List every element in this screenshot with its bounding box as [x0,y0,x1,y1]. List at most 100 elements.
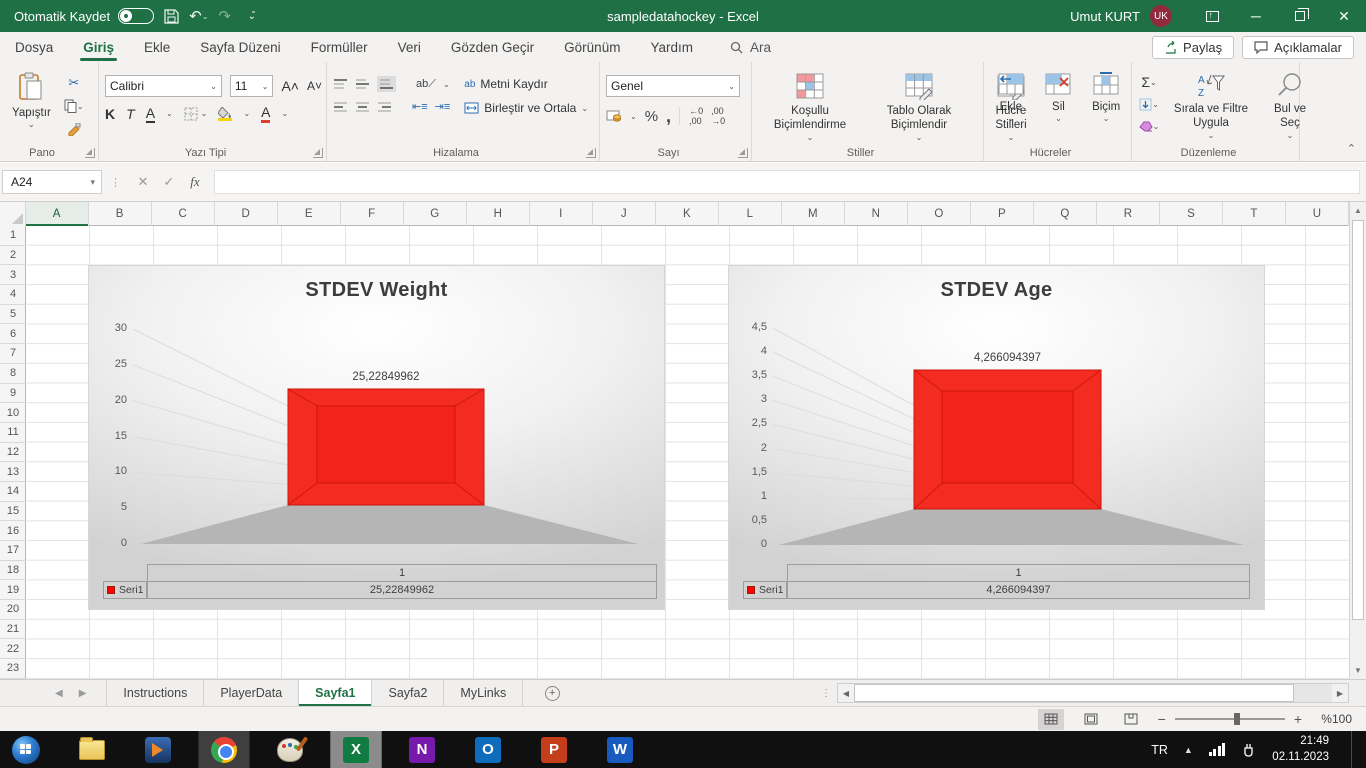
name-box-dropdown-icon[interactable]: ▾ [90,177,101,188]
autosave-toggle[interactable] [118,8,154,24]
new-sheet-button[interactable]: + [537,680,567,706]
row-header-12[interactable]: 12 [0,443,26,463]
row-header-23[interactable]: 23 [0,659,26,679]
zoom-out-icon[interactable]: − [1158,711,1166,727]
shrink-font-icon[interactable]: A˅ [307,79,322,93]
column-header-N[interactable]: N [845,202,908,226]
row-header-4[interactable]: 4 [0,285,26,305]
column-header-T[interactable]: T [1223,202,1286,226]
column-header-A[interactable]: A [26,202,89,226]
accounting-format-icon[interactable] [606,110,622,123]
column-header-I[interactable]: I [530,202,593,226]
decrease-indent-icon[interactable]: ⇤≡ [412,100,428,113]
column-header-K[interactable]: K [656,202,719,226]
tab-veri[interactable]: Veri [383,32,436,62]
fill-icon[interactable]: ⌄ [1138,95,1160,113]
show-desktop-button[interactable] [1351,731,1356,768]
taskbar-onenote[interactable]: N [396,731,448,768]
column-header-Q[interactable]: Q [1034,202,1097,226]
sheet-tab-playerdata[interactable]: PlayerData [204,680,299,706]
taskbar-media-player[interactable] [132,731,184,768]
zoom-level[interactable]: %100 [1316,712,1352,726]
font-size-select[interactable]: 11⌄ [230,75,274,97]
row-header-11[interactable]: 11 [0,423,26,443]
row-header-19[interactable]: 19 [0,580,26,600]
decrease-decimal-icon[interactable]: ,00→0 [711,106,725,126]
clear-icon[interactable]: ⌄ [1138,117,1160,135]
start-button[interactable] [0,731,52,768]
column-header-R[interactable]: R [1097,202,1160,226]
chart-stdev-weight[interactable]: STDEV Weight30252015105025,22849962125,2… [88,265,665,610]
column-header-O[interactable]: O [908,202,971,226]
row-header-18[interactable]: 18 [0,561,26,581]
row-header-17[interactable]: 17 [0,541,26,561]
column-header-C[interactable]: C [152,202,215,226]
taskbar-paint[interactable] [264,731,316,768]
collapse-ribbon-icon[interactable]: ⌃ [1347,142,1356,155]
align-bottom-icon[interactable] [377,76,396,92]
share-button[interactable]: Paylaş [1152,36,1234,59]
page-layout-view-icon[interactable] [1078,709,1104,730]
minimize-button[interactable]: ─ [1234,0,1278,32]
network-icon[interactable] [1209,743,1226,756]
alignment-dialog-launcher[interactable] [586,148,596,158]
close-button[interactable]: ✕ [1322,0,1366,32]
scroll-left-icon[interactable]: ◀ [838,684,854,702]
column-header-H[interactable]: H [467,202,530,226]
column-header-S[interactable]: S [1160,202,1223,226]
format-table-dropdown-icon[interactable]: ⌄ [916,133,923,143]
comments-button[interactable]: Açıklamalar [1242,36,1354,59]
horizontal-scroll-thumb[interactable] [854,684,1294,702]
insert-dropdown-icon[interactable]: ⌄ [1007,114,1014,124]
row-header-16[interactable]: 16 [0,521,26,541]
align-right-icon[interactable] [377,101,392,113]
tab-görünüm[interactable]: Görünüm [549,32,635,62]
column-header-G[interactable]: G [404,202,467,226]
taskbar-word[interactable]: W [594,731,646,768]
confirm-entry-icon[interactable]: ✓ [156,174,182,190]
increase-decimal-icon[interactable]: ←0,00 [689,106,703,126]
align-center-icon[interactable] [355,101,370,113]
paste-button[interactable]: Yapıştır ⌄ [6,68,57,143]
cancel-entry-icon[interactable]: ✕ [130,174,156,190]
column-header-P[interactable]: P [971,202,1034,226]
horizontal-scrollbar[interactable]: ◀ ▶ [837,683,1349,703]
row-header-5[interactable]: 5 [0,305,26,325]
sort-filter-button[interactable]: AZ Sırala ve Filtre Uygula ⌄ [1166,68,1256,143]
row-header-8[interactable]: 8 [0,364,26,384]
align-left-icon[interactable] [333,101,348,113]
row-header-1[interactable]: 1 [0,226,26,246]
number-dialog-launcher[interactable] [738,148,748,158]
scroll-right-icon[interactable]: ▶ [1332,684,1348,702]
underline-dropdown-icon[interactable]: ⌄ [166,109,173,118]
hidden-icons-icon[interactable]: ▲ [1184,745,1193,755]
column-header-U[interactable]: U [1286,202,1349,226]
wrap-text-button[interactable]: ab Metni Kaydır [464,77,588,91]
vertical-scroll-thumb[interactable] [1352,220,1364,620]
scroll-down-icon[interactable]: ▼ [1350,662,1366,679]
column-header-D[interactable]: D [215,202,278,226]
sheet-tab-sayfa2[interactable]: Sayfa2 [372,680,444,706]
row-header-14[interactable]: 14 [0,482,26,502]
row-header-13[interactable]: 13 [0,462,26,482]
tab-yardım[interactable]: Yardım [635,32,708,62]
merge-dropdown-icon[interactable]: ⌄ [581,104,588,113]
format-painter-icon[interactable] [63,120,85,138]
tab-ekle[interactable]: Ekle [129,32,185,62]
sort-filter-dropdown-icon[interactable]: ⌄ [1208,131,1215,141]
autosum-icon[interactable]: Σ⌄ [1138,73,1160,91]
column-header-M[interactable]: M [782,202,845,226]
cut-icon[interactable]: ✂ [63,74,85,92]
vertical-scrollbar[interactable]: ▲ ▼ [1349,202,1366,679]
orientation-dropdown-icon[interactable]: ⌄ [443,80,450,89]
grid-cells[interactable]: STDEV Weight30252015105025,22849962125,2… [26,226,1349,679]
sheet-tab-sayfa1[interactable]: Sayfa1 [299,680,372,706]
tab-formüller[interactable]: Formüller [296,32,383,62]
fill-color-icon[interactable] [218,107,232,121]
insert-function-icon[interactable]: fx [182,174,208,190]
row-header-22[interactable]: 22 [0,639,26,659]
align-middle-icon[interactable] [355,78,370,90]
taskbar-chrome[interactable] [198,731,250,768]
column-header-E[interactable]: E [278,202,341,226]
taskbar-file-explorer[interactable] [66,731,118,768]
